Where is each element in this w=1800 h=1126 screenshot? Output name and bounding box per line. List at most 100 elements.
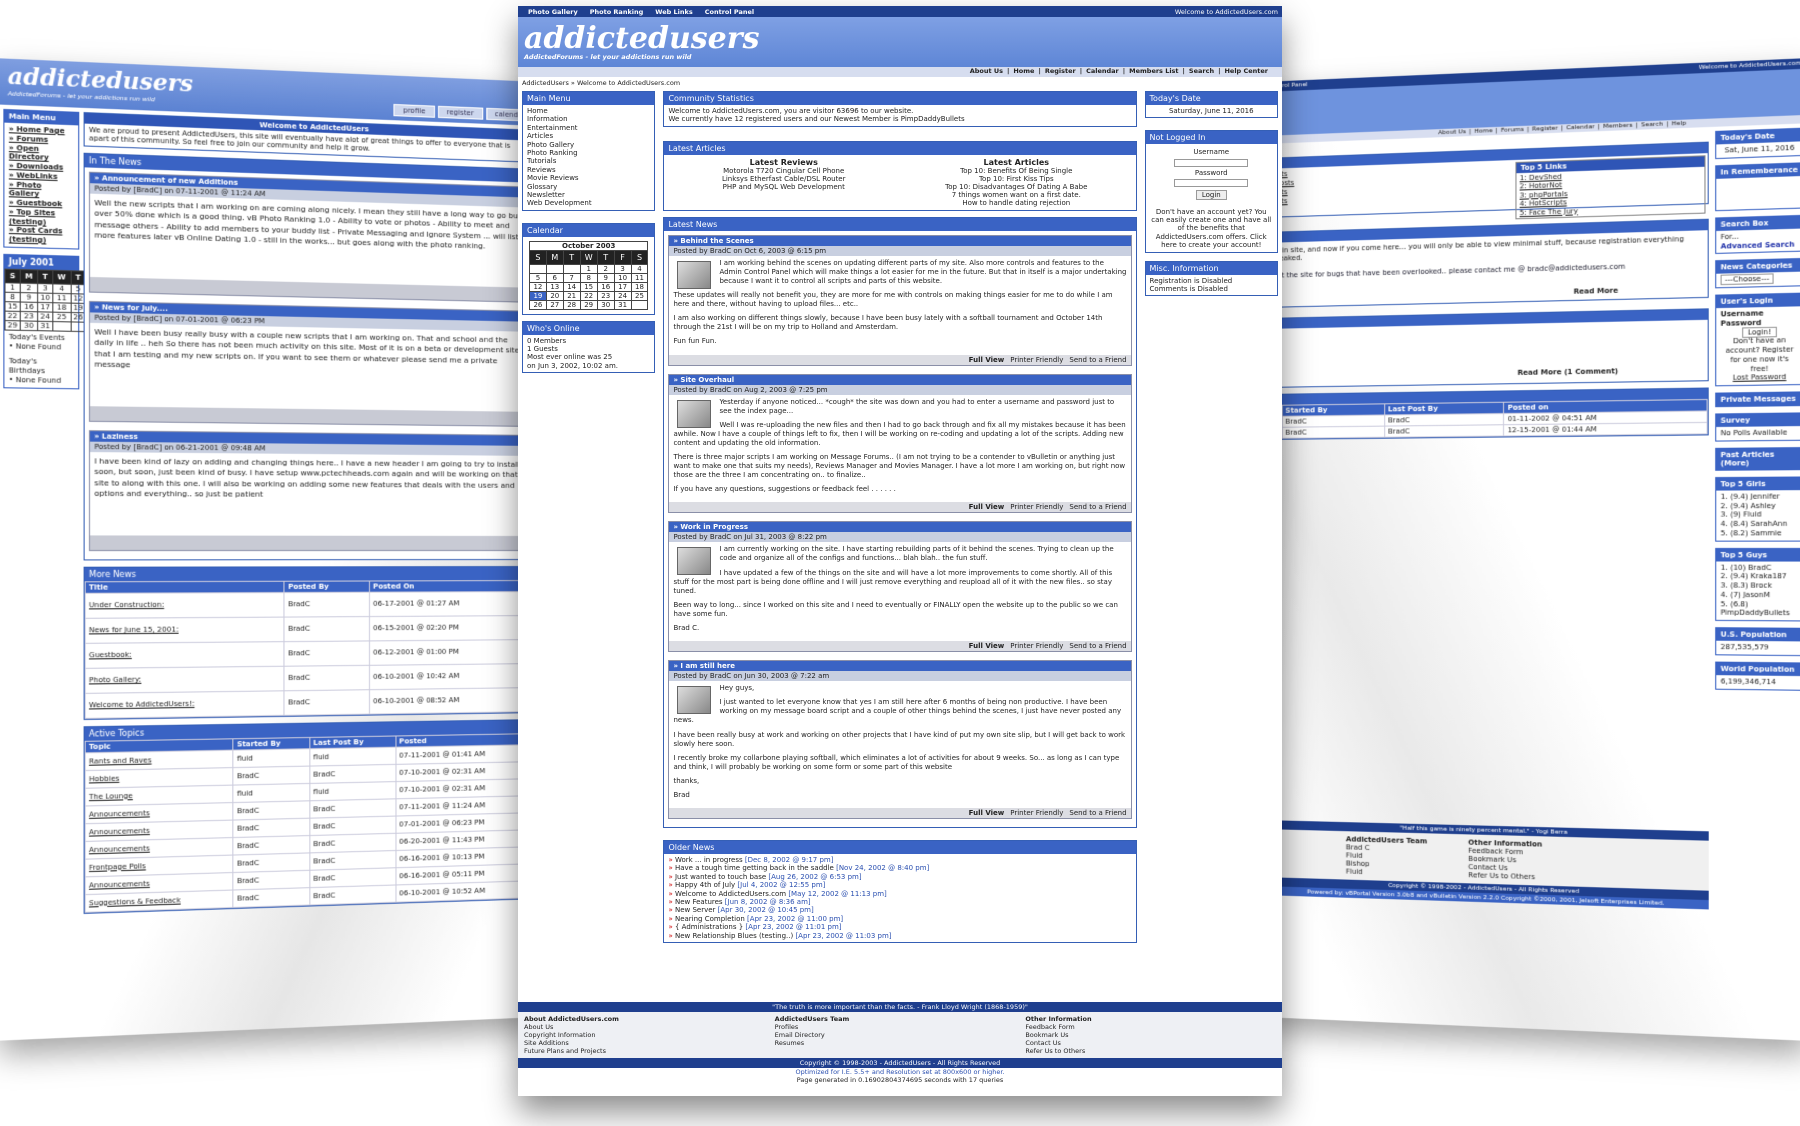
top5-girl[interactable]: 4. (8.4) SarahAnn [1721,520,1799,529]
right-team-link[interactable]: Fluid [1346,867,1427,878]
cal-day[interactable]: 11 [52,293,71,303]
older-news-title[interactable]: New Server [675,906,718,914]
menu-link[interactable]: Members List [1129,67,1178,75]
top-nav-link[interactable]: Photo Ranking [590,8,644,16]
article-link[interactable]: 7 things women want on a first date. [900,191,1133,199]
cal-day[interactable]: 18 [52,302,71,313]
past-articles-title[interactable]: Past Articles (More) [1716,447,1800,470]
older-news-item[interactable]: » Have a tough time getting back in the … [668,864,1131,872]
cal-day[interactable]: 25 [630,290,649,301]
older-news-item[interactable]: » New Server [Apr 30, 2002 @ 10:45 pm] [668,906,1131,914]
send-friend-link[interactable]: Send to a Friend [1069,809,1126,817]
cal-day[interactable]: 20 [545,290,564,301]
foot-team-link[interactable]: Email Directory [775,1031,1026,1039]
top5-guy[interactable]: 4. (7) JasonM [1721,590,1799,599]
left-active-by[interactable]: BradC [233,835,310,855]
right-other-link[interactable]: Refer Us to Others [1468,871,1542,881]
username-field[interactable]: Username [1150,148,1273,156]
older-news-title[interactable]: Have a tough time getting back in the sa… [675,864,836,872]
older-news-title[interactable]: Just wanted to touch base [675,873,768,881]
menu-link[interactable]: Search [1189,67,1214,75]
left-more-title[interactable]: Under Construction: [85,592,285,619]
menu-link[interactable]: Register [1045,67,1076,75]
cal-day[interactable]: 31 [37,320,53,331]
cal-day[interactable]: 1 [4,282,21,293]
left-active-last[interactable]: BradC [309,798,396,818]
left-more-title[interactable]: Guestbook: [85,641,285,669]
cal-day[interactable]: 31 [613,299,632,310]
left-active-by[interactable]: BradC [233,765,310,785]
top5-girl[interactable]: 2. (9.4) Ashley [1721,501,1799,510]
foot-about-link[interactable]: Copyright Information [524,1031,775,1039]
private-messages-title[interactable]: Private Messages [1716,392,1800,407]
cal-day[interactable]: 1 [579,263,598,274]
main-menu-item[interactable]: Entertainment [527,124,650,132]
cal-day[interactable]: 15 [579,281,598,292]
cal-day[interactable]: 29 [4,320,21,331]
printer-friendly-link[interactable]: Printer Friendly [1010,642,1063,650]
cal-day[interactable]: 4 [630,263,649,274]
older-news-item[interactable]: » New Relationship Blues (testing..) [Ap… [668,932,1131,940]
cal-day[interactable]: 19 [529,290,547,301]
news-item-title[interactable]: » Site Overhaul [669,374,1131,385]
right-menu-link[interactable]: Forums [1501,126,1524,134]
left-more-title[interactable]: Photo Gallery: [85,666,285,694]
left-active-last[interactable]: BradC [309,764,396,784]
sess-cell[interactable]: BradC [1384,424,1504,438]
cal-day[interactable]: 5 [529,272,547,283]
article-link[interactable]: Top 10: Benefits Of Being Single [900,167,1133,175]
cal-day[interactable]: 9 [20,292,38,303]
left-active-topic[interactable]: Suggestions & Feedback [85,889,234,913]
older-news-item[interactable]: » Work ... in progress [Dec 8, 2002 @ 9:… [668,856,1131,864]
advanced-search-link[interactable]: Advanced Search [1721,240,1799,251]
cal-day[interactable]: 12 [529,281,547,292]
left-active-last[interactable]: fluid [309,746,396,766]
older-news-title[interactable]: New Features [675,898,725,906]
cal-day[interactable]: 16 [596,281,615,292]
left-more-by[interactable]: BradC [284,591,370,617]
left-more-by[interactable]: BradC [284,616,370,642]
left-more-by[interactable]: BradC [284,665,370,691]
older-news-item[interactable]: » Happy 4th of July [Jul 4, 2002 @ 12:55… [668,881,1131,889]
right-menu-link[interactable]: Calendar [1566,123,1594,131]
article-link[interactable]: Top 10: First Kiss Tips [900,175,1133,183]
cal-day[interactable]: 22 [579,290,598,301]
main-menu-item[interactable]: Web Development [527,199,650,207]
right-menu-link[interactable]: Members [1603,122,1632,130]
foot-other-link[interactable]: Refer Us to Others [1025,1047,1276,1055]
cal-day[interactable]: 10 [37,292,53,303]
cal-day[interactable]: 24 [613,290,632,301]
older-news-item[interactable]: » { Administrations } [Apr 23, 2002 @ 11… [668,923,1131,931]
cal-day[interactable]: 8 [579,272,598,283]
review-link[interactable]: Linksys Etherfast Cable/DSL Router [667,175,900,183]
cal-day[interactable]: 15 [4,301,21,312]
cal-day[interactable]: 2 [20,282,38,293]
menu-link[interactable]: Home [1013,67,1034,75]
older-news-item[interactable]: » Nearing Completion [Apr 23, 2002 @ 11:… [668,915,1131,923]
right-menu-link[interactable]: Register [1532,125,1558,133]
top-nav-link[interactable]: Web Links [655,8,692,16]
menu-link[interactable]: Help Center [1224,67,1268,75]
cal-day[interactable]: 22 [4,310,21,321]
foot-about-link[interactable]: Future Plans and Projects [524,1047,775,1055]
cal-day[interactable]: 13 [545,281,564,292]
main-menu-item[interactable]: Reviews [527,166,650,174]
cal-day[interactable]: 29 [579,299,598,310]
printer-friendly-link[interactable]: Printer Friendly [1010,809,1063,817]
cal-day[interactable]: 30 [596,299,615,310]
foot-about-link[interactable]: About Us [524,1023,775,1031]
cal-day[interactable]: 27 [545,299,564,310]
menu-link[interactable]: Calendar [1086,67,1119,75]
right-menu-link[interactable]: Search [1641,120,1663,128]
top5-girl[interactable]: 3. (9) Fluid [1721,510,1799,519]
older-news-item[interactable]: » Welcome to AddictedUsers.com [May 12, … [668,890,1131,898]
cal-day[interactable]: 3 [37,283,53,294]
cal-day[interactable]: 3 [613,263,632,274]
left-menu-item[interactable]: » Open Directory [9,143,74,164]
left-menu-item[interactable]: » Post Cards (testing) [9,226,74,246]
password-field[interactable]: Password [1150,169,1273,177]
cal-day[interactable]: 10 [613,272,632,283]
full-view-link[interactable]: Full View [969,642,1005,650]
cal-day[interactable]: 23 [596,290,615,301]
foot-other-link[interactable]: Contact Us [1025,1039,1276,1047]
